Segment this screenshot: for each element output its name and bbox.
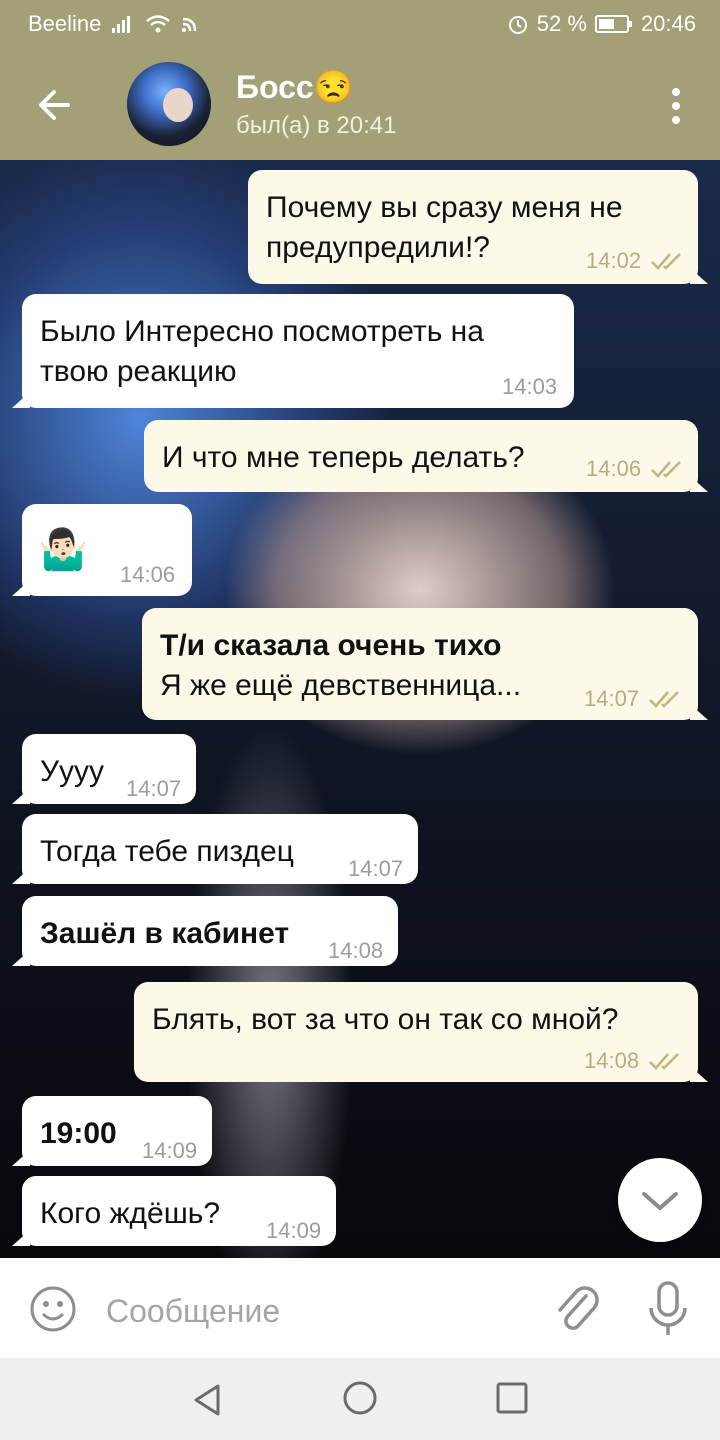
message-outgoing[interactable]: Блять, вот за что он так со мной? 14:08	[134, 982, 708, 1082]
alarm-icon	[508, 16, 527, 34]
shrug-emoji: 🤷🏻‍♂️	[38, 528, 88, 572]
chevron-down-icon	[642, 1192, 678, 1210]
double-check-icon	[651, 253, 681, 270]
message-bold-text: Т/и сказала очень тихо	[160, 629, 502, 662]
message-time: 14:06	[120, 562, 176, 587]
chat-area[interactable]: Почему вы сразу меня не предупредили!? 1…	[0, 160, 720, 1258]
nav-recent-apps-icon[interactable]	[494, 1380, 530, 1416]
wifi-icon	[146, 15, 171, 33]
message-outgoing[interactable]: Т/и сказала очень тихо Я же ещё девствен…	[142, 608, 708, 720]
message-text: Было Интересно посмотреть на	[40, 315, 484, 348]
message-time: 14:07	[584, 686, 640, 711]
double-check-icon	[649, 691, 679, 708]
contact-name[interactable]: Босс😒	[236, 68, 354, 106]
message-bold-text: 19:00	[40, 1117, 117, 1150]
message-text: И что мне теперь делать?	[162, 441, 525, 474]
double-check-icon	[649, 1053, 679, 1070]
message-time: 14:03	[502, 374, 558, 399]
scroll-to-bottom-button[interactable]	[618, 1158, 702, 1242]
message-incoming[interactable]: Было Интересно посмотреть на твою реакци…	[12, 294, 574, 408]
nav-back-icon[interactable]	[188, 1380, 228, 1420]
message-text: Уууу	[40, 755, 105, 788]
message-text: предупредили!?	[266, 231, 490, 264]
system-nav-bar	[0, 1358, 720, 1440]
message-text: Я же ещё девственница...	[160, 669, 522, 702]
message-time: 14:08	[584, 1048, 640, 1073]
message-incoming[interactable]: 🤷🏻‍♂️ 14:06	[12, 504, 192, 596]
double-check-icon	[651, 461, 681, 478]
message-outgoing[interactable]: Почему вы сразу меня не предупредили!? 1…	[248, 170, 708, 284]
message-time: 14:09	[142, 1138, 198, 1163]
message-time: 14:06	[586, 456, 642, 481]
message-incoming[interactable]: Зашёл в кабинет 14:08	[12, 896, 398, 966]
microphone-icon[interactable]	[646, 1280, 690, 1338]
signal-icon	[112, 16, 131, 33]
message-incoming[interactable]: Уууу 14:07	[12, 734, 196, 804]
avatar[interactable]	[127, 62, 211, 146]
message-text: Почему вы сразу меня не	[266, 191, 623, 224]
last-seen: был(а) в 20:41	[236, 112, 397, 139]
message-text: твою реакцию	[40, 355, 237, 388]
message-incoming[interactable]: 19:00 14:09	[12, 1096, 212, 1166]
message-incoming[interactable]: Кого ждёшь? 14:09	[12, 1176, 336, 1246]
message-text: Кого ждёшь?	[40, 1197, 221, 1230]
chat-header: Босс😒 был(а) в 20:41	[0, 48, 720, 160]
message-text: Тогда тебе пиздец	[40, 835, 294, 868]
message-outgoing[interactable]: И что мне теперь делать? 14:06	[144, 420, 708, 492]
status-bar: Beeline 52 % 20:46	[0, 0, 720, 48]
paperclip-icon[interactable]	[552, 1282, 600, 1336]
message-text: Блять, вот за что он так со мной?	[152, 1003, 619, 1036]
message-time: 14:07	[348, 856, 404, 881]
battery-icon	[594, 15, 632, 33]
data-icon	[182, 17, 197, 32]
emoji-icon[interactable]	[28, 1284, 78, 1334]
message-time: 14:09	[266, 1218, 322, 1243]
message-time: 14:07	[126, 776, 182, 801]
message-composer	[0, 1258, 720, 1358]
nav-home-icon[interactable]	[340, 1378, 380, 1418]
message-incoming[interactable]: Тогда тебе пиздец 14:07	[12, 814, 418, 884]
message-bold-text: Зашёл в кабинет	[40, 917, 290, 950]
clock: 20:46	[640, 11, 696, 36]
back-arrow-icon[interactable]	[32, 82, 78, 128]
carrier-label: Beeline	[28, 11, 102, 36]
message-time: 14:02	[586, 248, 642, 273]
message-input[interactable]	[104, 1288, 528, 1334]
message-time: 14:08	[328, 938, 384, 963]
battery-percent: 52 %	[536, 11, 587, 36]
more-vertical-icon[interactable]	[670, 88, 682, 124]
